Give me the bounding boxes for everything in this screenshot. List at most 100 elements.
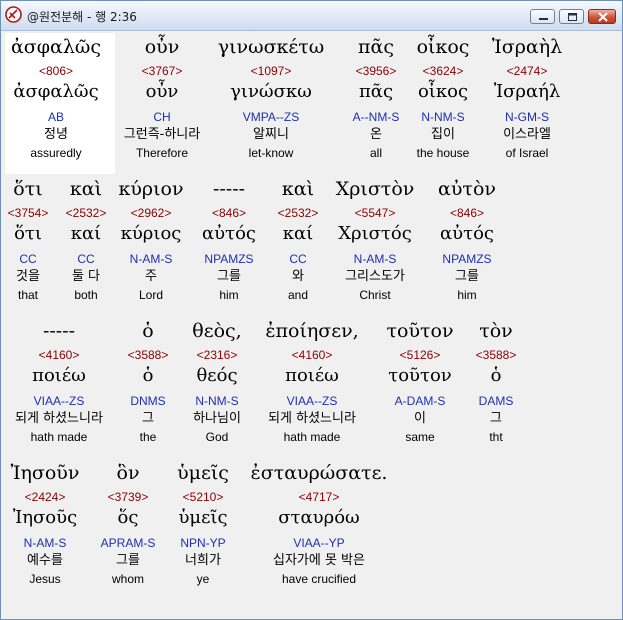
strong-number: <2532>: [277, 206, 319, 220]
korean-gloss: 주: [145, 269, 157, 284]
english-gloss: the: [139, 430, 157, 444]
greek-word: γινωσκέτω: [217, 36, 325, 58]
korean-gloss: 너희가: [185, 553, 221, 568]
parsing-code: N-NM-S: [421, 110, 465, 124]
greek-word: ὃν: [116, 462, 140, 484]
word-column[interactable]: καὶ <2532> καί CC 와 and: [278, 175, 319, 303]
parsing-code: A--NM-S: [352, 110, 400, 124]
word-column[interactable]: τοῦτον <5126> τοῦτον A-DAM-S 이 same: [386, 317, 453, 445]
word-column[interactable]: ὑμεῖς <5210> ὑμεῖς NPN-YP 너희가 ye: [177, 459, 229, 587]
greek-word: κύριον: [118, 178, 184, 200]
word-column[interactable]: ὁ <3588> ὁ DNMS 그 the: [128, 317, 169, 445]
lexical-form: καί: [70, 223, 102, 244]
word-column[interactable]: καὶ <2532> καί CC 둘 다 both: [66, 175, 107, 303]
greek-word: -----: [42, 320, 76, 342]
korean-gloss: 알찌니: [253, 127, 289, 142]
english-gloss: hath made: [30, 430, 88, 444]
word-column[interactable]: τὸν <3588> ὁ DAMS 그 tht: [476, 317, 517, 445]
word-column[interactable]: ὃν <3739> ὅς APRAM-S 그를 whom: [101, 459, 156, 587]
strong-number: <5126>: [399, 348, 441, 362]
english-gloss: whom: [111, 572, 144, 586]
korean-gloss: 온: [370, 127, 382, 142]
lexical-form: οἶκος: [417, 81, 469, 102]
minimize-button[interactable]: [530, 9, 555, 24]
english-gloss: God: [205, 430, 229, 444]
strong-number: <3739>: [107, 490, 149, 504]
word-column[interactable]: Ἰησοῦν <2424> Ἰησοῦς N-AM-S 예수를 Jesus: [11, 459, 80, 587]
strong-number: <806>: [38, 64, 74, 78]
parsing-code: NPAMZS: [204, 252, 254, 266]
word-column[interactable]: ἐσταυρώσατε. <4717> σταυρόω VIAA--YP 십자가에 못 …: [251, 459, 388, 587]
greek-word: Χριστὸν: [335, 178, 415, 200]
korean-gloss: 그리스도가: [345, 269, 405, 284]
parsing-code: AB: [47, 110, 64, 124]
strong-number: <3588>: [127, 348, 169, 362]
korean-gloss: 하나님이: [193, 411, 241, 426]
word-column[interactable]: γινωσκέτω <1097> γινώσκω VMPA--ZS 알찌니 let-kno…: [218, 33, 325, 161]
word-column[interactable]: ὅτι <3754> ὅτι CC 것을 that: [8, 175, 49, 303]
korean-gloss: 이스라엘: [503, 127, 551, 142]
word-column[interactable]: αὐτὸν <846> αὐτός NPAMZS 그를 him: [438, 175, 496, 303]
strong-number: <2962>: [130, 206, 172, 220]
word-column[interactable]: Χριστὸν <5547> Χριστός N-AM-S 그리스도가 Christ: [336, 175, 415, 303]
parsing-code: VIAA--YP: [293, 536, 345, 550]
word-column[interactable]: ἀσφαλῶς <806> ἀσφαλῶς AB 정녕 assuredly: [11, 33, 101, 161]
app-window: @원전분해 - 행 2:36 ἀσφαλῶς <806> ἀσφαλῶς AB 정녕 as…: [0, 0, 623, 620]
english-gloss: ye: [196, 572, 210, 586]
greek-word: Ἰσραὴλ: [491, 36, 563, 58]
close-button[interactable]: [588, 9, 616, 24]
english-gloss: Christ: [359, 288, 391, 302]
english-gloss: that: [17, 288, 38, 302]
word-column[interactable]: ----- <4160> ποιέω VIAA--ZS 되게 하셨느니라 hath mad…: [15, 317, 103, 445]
strong-number: <4160>: [291, 348, 333, 362]
greek-word: αὐτὸν: [438, 178, 496, 200]
analysis-pane: ἀσφαλῶς <806> ἀσφαλῶς AB 정녕 assuredly οὖν <3767…: [5, 33, 617, 617]
lexical-form: κύριος: [120, 223, 182, 244]
strong-number: <2532>: [65, 206, 107, 220]
strong-number: <1097>: [250, 64, 292, 78]
lexical-form: Ἰσραήλ: [493, 81, 561, 102]
korean-gloss: 그: [490, 411, 502, 426]
strong-number: <846>: [211, 206, 247, 220]
word-column[interactable]: θεὸς, <2316> θεός N-NM-S 하나님이 God: [192, 317, 241, 445]
lexical-form: αὐτός: [440, 223, 494, 244]
korean-gloss: 되게 하셨느니라: [15, 411, 103, 426]
english-gloss: let-know: [248, 146, 294, 160]
word-column[interactable]: Ἰσραὴλ <2474> Ἰσραήλ N-GM-S 이스라엘 of Israel: [492, 33, 562, 161]
greek-word: τοῦτον: [386, 320, 454, 342]
maximize-button[interactable]: [559, 9, 584, 24]
parsing-code: N-AM-S: [23, 536, 67, 550]
korean-gloss: 그를: [116, 553, 140, 568]
korean-gloss: 그런즉-하니라: [123, 127, 201, 142]
lexical-form: οὖν: [145, 81, 179, 102]
english-gloss: him: [219, 288, 239, 302]
word-column[interactable]: κύριον <2962> κύριος N-AM-S 주 Lord: [118, 175, 183, 303]
parsing-code: NPN-YP: [180, 536, 226, 550]
strong-number: <2316>: [196, 348, 238, 362]
parsing-code: CC: [289, 252, 307, 266]
greek-word: οἶκος: [416, 36, 470, 58]
greek-word: καὶ: [281, 178, 315, 200]
greek-word: οὖν: [144, 36, 180, 58]
word-column[interactable]: οἶκος <3624> οἶκος N-NM-S 집이 the house: [417, 33, 470, 161]
lexical-form: ὑμεῖς: [178, 507, 228, 528]
word-column[interactable]: ----- <846> αὐτός NPAMZS 그를 him: [202, 175, 256, 303]
lexical-form: ὅτι: [14, 223, 42, 244]
strong-number: <3956>: [355, 64, 397, 78]
lexical-form: γινώσκω: [230, 81, 312, 102]
korean-gloss: 것을: [16, 269, 40, 284]
greek-word: -----: [212, 178, 246, 200]
parsing-code: VMPA--ZS: [242, 110, 300, 124]
word-column[interactable]: πᾶς <3956> πᾶς A--NM-S 온 all: [353, 33, 400, 161]
strong-number: <2474>: [506, 64, 548, 78]
title-bar[interactable]: @원전분해 - 행 2:36: [1, 1, 622, 31]
greek-word: ὁ: [142, 320, 154, 342]
strong-number: <2424>: [24, 490, 66, 504]
strong-number: <3588>: [475, 348, 517, 362]
english-gloss: tht: [489, 430, 503, 444]
korean-gloss: 되게 하셨느니라: [268, 411, 356, 426]
word-column[interactable]: οὖν <3767> οὖν CH 그런즉-하니라 Therefore: [124, 33, 200, 161]
english-gloss: hath made: [283, 430, 341, 444]
parsing-code: VIAA--ZS: [33, 394, 85, 408]
word-column[interactable]: ἐποίησεν, <4160> ποιέω VIAA--ZS 되게 하셨느니라 hath…: [265, 317, 358, 445]
